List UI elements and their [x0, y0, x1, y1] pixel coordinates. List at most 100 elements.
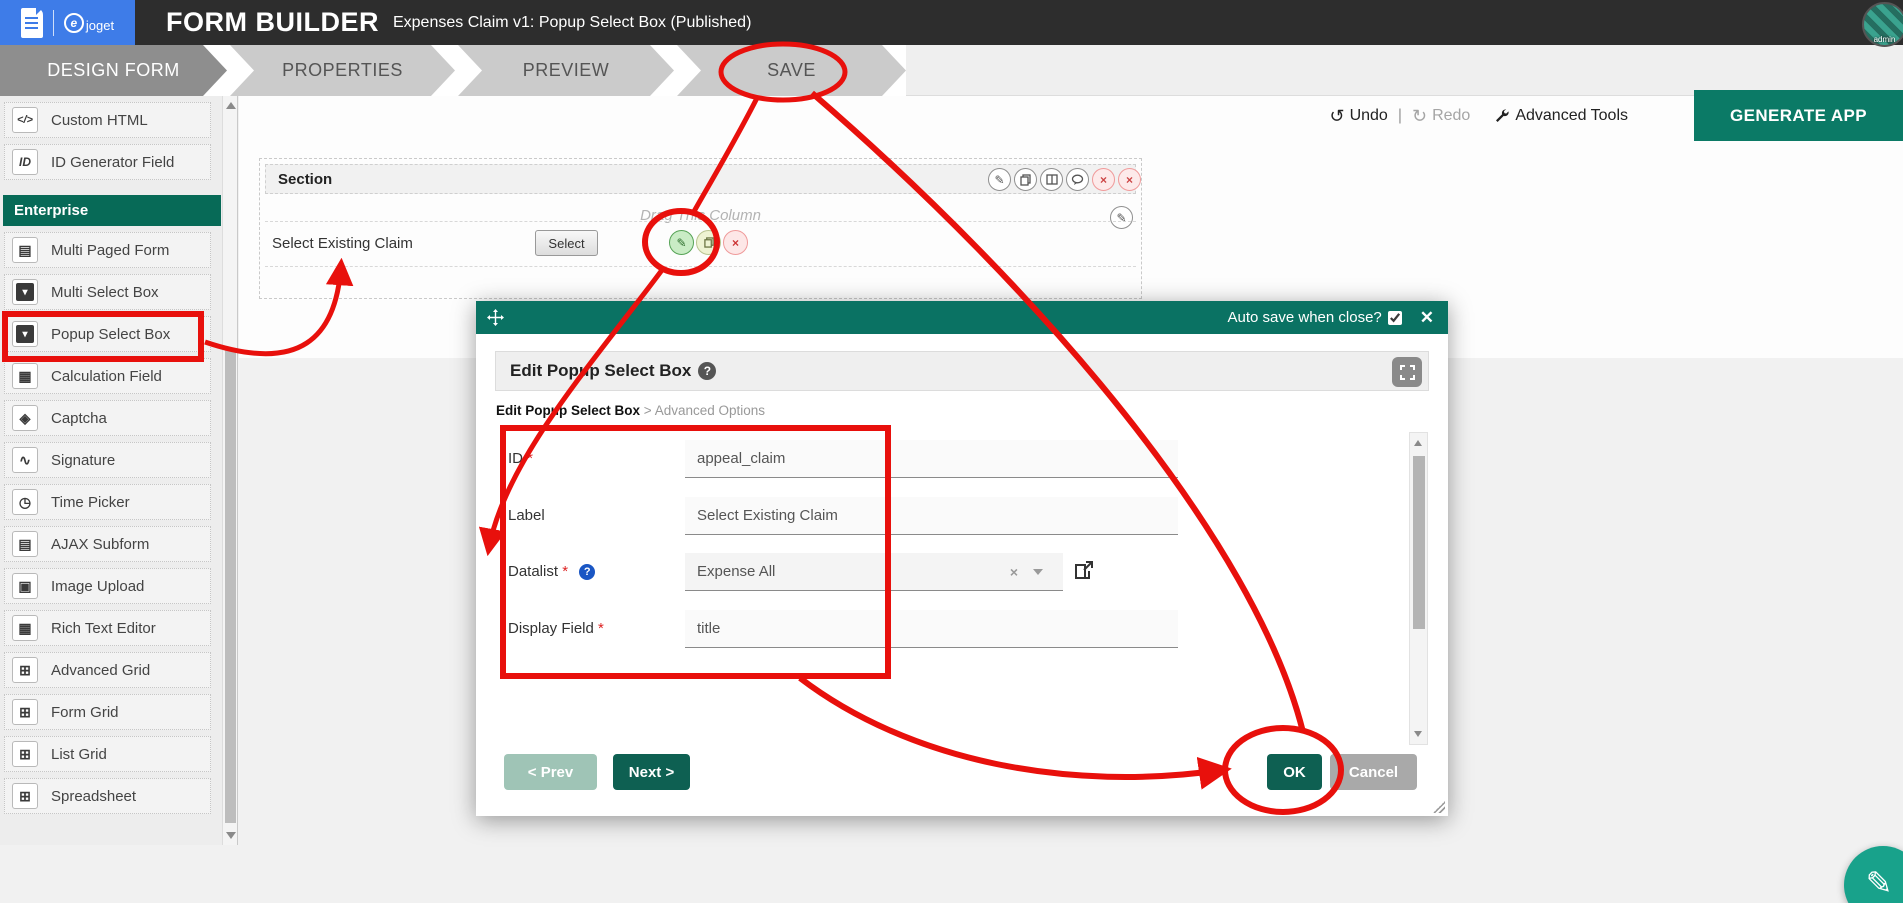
dropdown-caret-icon[interactable]: [1033, 569, 1043, 575]
fullscreen-icon[interactable]: [1392, 357, 1422, 387]
autosave-checkbox[interactable]: [1388, 311, 1402, 325]
palette-item-label: Calculation Field: [51, 368, 162, 385]
tab-preview-label: PREVIEW: [523, 60, 610, 81]
palette-item-label: Multi Paged Form: [51, 242, 169, 259]
palette-item-ajax-subform[interactable]: ▤ AJAX Subform: [4, 526, 211, 562]
field-label: Select Existing Claim: [272, 235, 413, 252]
copy-field-icon[interactable]: [696, 230, 721, 255]
sidebar-scrollbar[interactable]: [222, 96, 237, 845]
datalist-help-icon[interactable]: ?: [579, 564, 595, 580]
palette-item-image-upload[interactable]: ▣ Image Upload: [4, 568, 211, 604]
palette-item-form-grid[interactable]: ⊞ Form Grid: [4, 694, 211, 730]
palette-item-multi-paged-form[interactable]: ▤ Multi Paged Form: [4, 232, 211, 268]
resize-handle[interactable]: [1433, 801, 1445, 813]
palette-item-rich-text-editor[interactable]: ▦ Rich Text Editor: [4, 610, 211, 646]
image-icon: ▣: [12, 573, 38, 599]
scroll-up-arrow[interactable]: [226, 102, 236, 109]
palette-item-label: ID Generator Field: [51, 154, 174, 171]
next-button[interactable]: Next >: [613, 754, 690, 790]
comment-icon[interactable]: [1066, 168, 1089, 191]
generate-app-label: GENERATE APP: [1730, 106, 1867, 126]
palette-item-advanced-grid[interactable]: ⊞ Advanced Grid: [4, 652, 211, 688]
columns-icon[interactable]: [1040, 168, 1063, 191]
step-navigation: DESIGN FORM PROPERTIES PREVIEW SAVE ↺ Un…: [0, 45, 1903, 96]
generate-app-button[interactable]: GENERATE APP: [1694, 90, 1903, 141]
dialog-breadcrumb: Edit Popup Select Box > Advanced Options: [496, 403, 765, 418]
tab-properties[interactable]: PROPERTIES: [230, 45, 455, 96]
document-icon: [21, 8, 43, 38]
palette-item-label: List Grid: [51, 746, 107, 763]
delete-section-icon[interactable]: ×: [1092, 168, 1115, 191]
palette-item-custom-html[interactable]: </> Custom HTML: [4, 102, 211, 138]
cancel-button[interactable]: Cancel: [1330, 754, 1417, 790]
id-input[interactable]: [685, 440, 1178, 478]
palette-item-calculation-field[interactable]: ▦ Calculation Field: [4, 358, 211, 394]
scroll-down-arrow[interactable]: [1414, 731, 1422, 737]
external-link-glyph: [1074, 560, 1094, 580]
copy-section-icon[interactable]: [1014, 168, 1037, 191]
signature-icon: ∿: [12, 447, 38, 473]
grid-icon: ⊞: [12, 657, 38, 683]
redo-button[interactable]: ↻ Redo: [1412, 107, 1470, 125]
tab-design-form[interactable]: DESIGN FORM: [0, 45, 227, 96]
dialog-title-bar[interactable]: Auto save when close? ✕: [476, 301, 1448, 334]
close-dialog-icon[interactable]: ✕: [1420, 309, 1434, 326]
autosave-label: Auto save when close?: [1227, 309, 1381, 326]
prev-button[interactable]: < Prev: [504, 754, 597, 790]
edit-section-icon[interactable]: ✎: [988, 168, 1011, 191]
select-button-label: Select: [548, 236, 584, 251]
advanced-tools-button[interactable]: Advanced Tools: [1494, 107, 1628, 125]
open-datalist-icon[interactable]: [1074, 560, 1094, 585]
select-button[interactable]: Select: [535, 230, 598, 256]
section-header[interactable]: Section ✎ × ×: [265, 164, 1136, 194]
dialog-scrollbar[interactable]: [1409, 432, 1428, 745]
popup-select-field-row[interactable]: Select Existing Claim Select ✎ × Edit +: [265, 221, 1136, 267]
palette-item-captcha[interactable]: ◈ Captcha: [4, 400, 211, 436]
form-section[interactable]: Section ✎ × × Drag This Column ✎ Select …: [259, 158, 1142, 299]
prev-label: < Prev: [528, 764, 573, 781]
palette-item-spreadsheet[interactable]: ⊞ Spreadsheet: [4, 778, 211, 814]
clock-icon: ◷: [12, 489, 38, 515]
undo-button[interactable]: ↺ Undo: [1329, 107, 1387, 125]
undo-label: Undo: [1350, 107, 1388, 125]
window-title: FORM BUILDER Expenses Claim v1: Popup Se…: [166, 0, 751, 45]
logo-divider: [53, 10, 54, 36]
user-avatar[interactable]: admin: [1862, 2, 1903, 47]
code-icon: </>: [12, 107, 38, 133]
app-logo[interactable]: e joget: [0, 0, 135, 45]
enterprise-header-label: Enterprise: [14, 202, 88, 219]
ok-button[interactable]: OK: [1267, 754, 1322, 790]
rich-text-icon: ▦: [12, 615, 38, 641]
display-field-input[interactable]: [685, 610, 1178, 648]
palette-item-id-generator[interactable]: ID ID Generator Field: [4, 144, 211, 180]
dialog-heading-strip: Edit Popup Select Box ?: [495, 351, 1429, 391]
tab-preview[interactable]: PREVIEW: [458, 45, 674, 96]
palette-item-popup-select-box[interactable]: ▾ Popup Select Box: [4, 316, 211, 352]
scrollbar-thumb[interactable]: [1413, 456, 1425, 629]
palette-item-multi-select-box[interactable]: ▾ Multi Select Box: [4, 274, 211, 310]
subform-icon: ▤: [12, 531, 38, 557]
palette-item-label: Advanced Grid: [51, 662, 150, 679]
scroll-up-arrow[interactable]: [1414, 440, 1422, 446]
help-icon[interactable]: ?: [698, 362, 716, 380]
wrench-icon: [1494, 108, 1510, 124]
delete-field-icon[interactable]: ×: [723, 230, 748, 255]
autosave-toggle[interactable]: Auto save when close?: [1227, 309, 1401, 326]
tab-save[interactable]: SAVE: [677, 45, 906, 96]
palette-item-label: Signature: [51, 452, 115, 469]
scrollbar-thumb[interactable]: [225, 350, 236, 823]
grid-icon: ⊞: [12, 699, 38, 725]
move-icon[interactable]: [487, 309, 504, 326]
scroll-down-arrow[interactable]: [226, 832, 236, 839]
palette-item-signature[interactable]: ∿ Signature: [4, 442, 211, 478]
datalist-select[interactable]: Expense All ×: [685, 553, 1063, 591]
delete-column-icon[interactable]: ×: [1118, 168, 1141, 191]
quick-edit-fab[interactable]: ✎: [1844, 846, 1903, 903]
palette-item-time-picker[interactable]: ◷ Time Picker: [4, 484, 211, 520]
palette-item-list-grid[interactable]: ⊞ List Grid: [4, 736, 211, 772]
label-input[interactable]: [685, 497, 1178, 535]
joget-brand-text: joget: [86, 18, 114, 33]
edit-field-icon[interactable]: ✎: [669, 230, 694, 255]
comment-glyph: [1071, 174, 1084, 186]
clear-selection-icon[interactable]: ×: [1010, 564, 1018, 580]
